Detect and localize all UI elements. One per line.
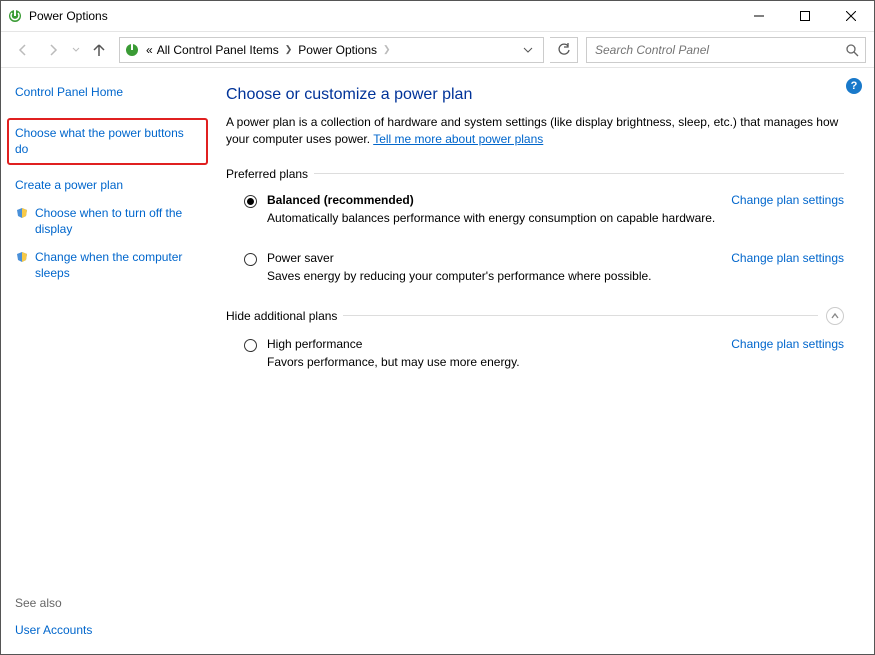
power-options-icon: [7, 8, 23, 24]
sidebar-item-create-plan[interactable]: Create a power plan: [15, 177, 202, 193]
power-options-icon: [124, 42, 140, 58]
preferred-plans-group: Preferred plans: [226, 167, 844, 181]
plan-title: Power saver: [267, 251, 715, 265]
plan-high-performance: High performance Favors performance, but…: [226, 335, 844, 375]
plan-balanced: Balanced (recommended) Automatically bal…: [226, 191, 844, 231]
help-icon[interactable]: ?: [846, 78, 862, 94]
plan-description: Favors performance, but may use more ene…: [267, 355, 715, 369]
recent-dropdown[interactable]: [69, 36, 83, 64]
search-input[interactable]: [593, 42, 845, 58]
sidebar-item-label: Choose what the power buttons do: [15, 125, 200, 157]
window-controls: [736, 1, 874, 31]
main-panel: Choose or customize a power plan A power…: [216, 68, 874, 654]
sidebar-item-label: Control Panel Home: [15, 84, 123, 100]
refresh-button[interactable]: [550, 37, 578, 63]
breadcrumb-prefix[interactable]: «: [144, 43, 155, 57]
sidebar-item-label: Create a power plan: [15, 177, 123, 193]
chevron-right-icon[interactable]: ❯: [281, 44, 297, 55]
sidebar-item-label: User Accounts: [15, 622, 92, 638]
shield-icon: [15, 206, 29, 220]
sidebar-item-label: Choose when to turn off the display: [35, 205, 202, 237]
breadcrumb-power-options[interactable]: Power Options: [296, 43, 379, 57]
navbar: « All Control Panel Items ❯ Power Option…: [1, 32, 874, 68]
shield-icon: [15, 250, 29, 264]
see-also-label: See also: [15, 596, 202, 610]
up-button[interactable]: [85, 36, 113, 64]
learn-more-link[interactable]: Tell me more about power plans: [373, 132, 543, 146]
page-description: A power plan is a collection of hardware…: [226, 114, 844, 149]
address-dropdown[interactable]: [517, 45, 539, 55]
hide-additional-plans-group[interactable]: Hide additional plans: [226, 307, 844, 325]
divider: [343, 315, 818, 316]
window-title: Power Options: [29, 9, 736, 23]
titlebar: Power Options: [1, 1, 874, 32]
search-icon[interactable]: [845, 43, 859, 57]
maximize-button[interactable]: [782, 1, 828, 31]
control-panel-home-link[interactable]: Control Panel Home: [15, 84, 202, 100]
content-area: ? Control Panel Home Choose what the pow…: [1, 68, 874, 654]
sidebar-item-power-buttons[interactable]: Choose what the power buttons do: [7, 118, 208, 164]
change-plan-settings-link[interactable]: Change plan settings: [731, 193, 844, 207]
see-also-user-accounts[interactable]: User Accounts: [15, 622, 202, 638]
breadcrumb-all-items[interactable]: All Control Panel Items: [155, 43, 281, 57]
back-button[interactable]: [9, 36, 37, 64]
search-bar[interactable]: [586, 37, 866, 63]
chevron-up-icon[interactable]: [826, 307, 844, 325]
plan-title: Balanced (recommended): [267, 193, 715, 207]
sidebar-item-label: Change when the computer sleeps: [35, 249, 202, 281]
radio-high-performance[interactable]: [244, 339, 257, 352]
divider: [314, 173, 844, 174]
page-heading: Choose or customize a power plan: [226, 86, 844, 104]
chevron-right-icon[interactable]: ❯: [379, 44, 395, 55]
address-bar[interactable]: « All Control Panel Items ❯ Power Option…: [119, 37, 544, 63]
sidebar-item-computer-sleeps[interactable]: Change when the computer sleeps: [15, 249, 202, 281]
forward-button[interactable]: [39, 36, 67, 64]
group-title: Hide additional plans: [226, 309, 337, 323]
plan-power-saver: Power saver Saves energy by reducing you…: [226, 249, 844, 289]
change-plan-settings-link[interactable]: Change plan settings: [731, 251, 844, 265]
change-plan-settings-link[interactable]: Change plan settings: [731, 337, 844, 351]
sidebar: Control Panel Home Choose what the power…: [1, 68, 216, 654]
plan-description: Automatically balances performance with …: [267, 211, 715, 225]
close-button[interactable]: [828, 1, 874, 31]
minimize-button[interactable]: [736, 1, 782, 31]
plan-description: Saves energy by reducing your computer's…: [267, 269, 715, 283]
radio-balanced[interactable]: [244, 195, 257, 208]
sidebar-item-turn-off-display[interactable]: Choose when to turn off the display: [15, 205, 202, 237]
group-title: Preferred plans: [226, 167, 308, 181]
plan-title: High performance: [267, 337, 715, 351]
power-options-window: Power Options: [0, 0, 875, 655]
radio-power-saver[interactable]: [244, 253, 257, 266]
